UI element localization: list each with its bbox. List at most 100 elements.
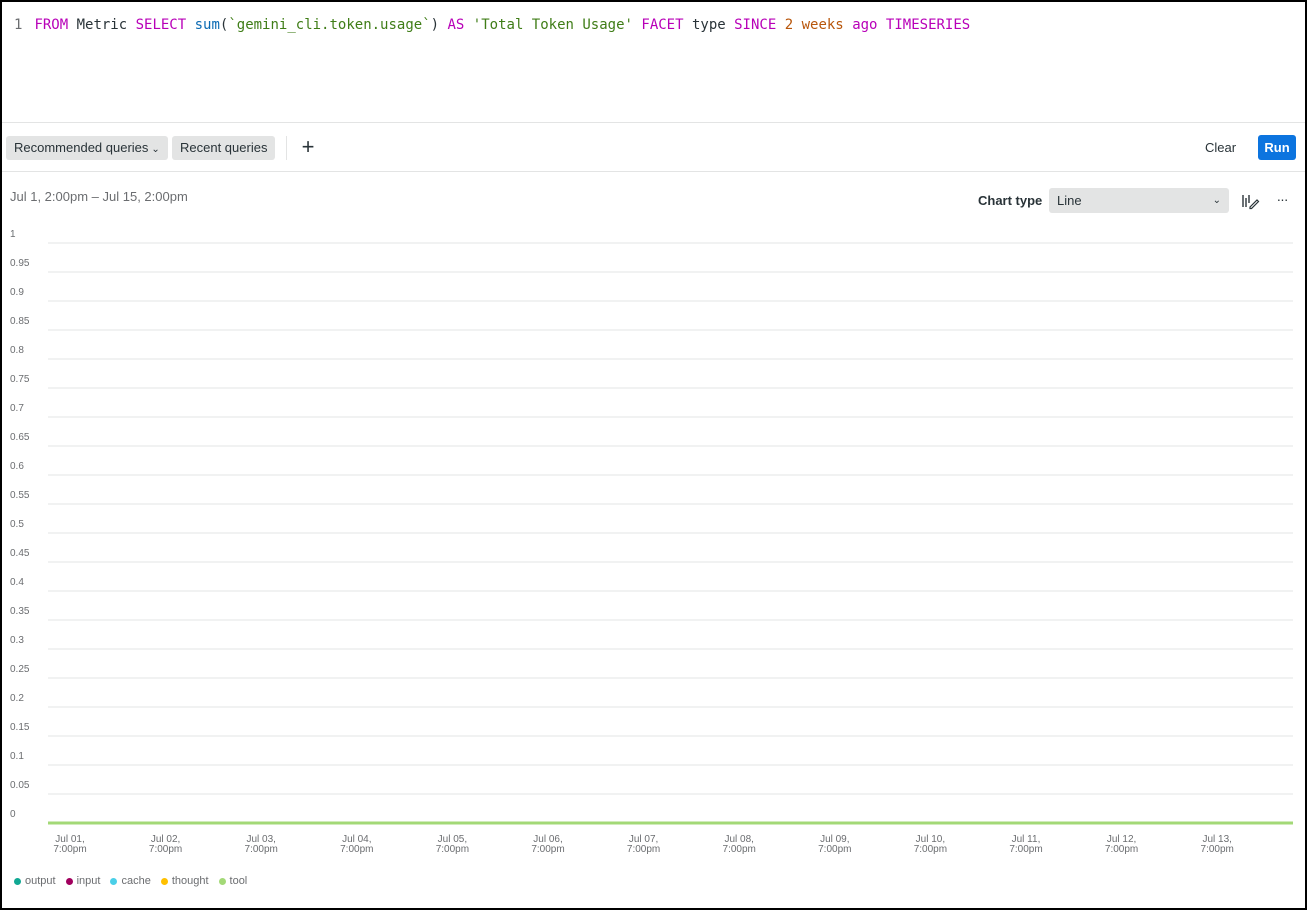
chart-type-value: Line — [1057, 193, 1082, 208]
x-tick-text: 7:00pm — [914, 844, 947, 855]
y-tick-label: 1 — [10, 229, 16, 240]
chart-canvas: 1 0.95 0.9 0.85 0.8 0.75 0.7 0.65 0.6 0.55 0.5 0.45… — [10, 229, 1293, 855]
line-number: 1 — [14, 17, 23, 33]
y-tick-label: 0.55 — [10, 490, 30, 501]
legend-item-tool[interactable]: tool — [218, 875, 248, 887]
legend-label: thought — [171, 875, 209, 887]
code-token: FROM — [34, 17, 69, 33]
chart-type-select[interactable]: Line ⌄ — [1049, 188, 1229, 213]
x-tick-label: Jul 07,7:00pm — [627, 834, 660, 855]
legend-item-input[interactable]: input — [65, 875, 101, 887]
y-tick-label: 0.15 — [10, 722, 30, 733]
legend-label: tool — [229, 875, 248, 887]
more-icon[interactable]: ··· — [1273, 191, 1291, 211]
nrql-editor[interactable]: 1 FROM Metric SELECT sum(`gemini_cli.toke… — [2, 2, 1305, 123]
clear-button[interactable]: Clear — [1205, 136, 1236, 160]
legend-item-output[interactable]: output — [14, 875, 56, 887]
code-line[interactable]: 1 FROM Metric SELECT sum(`gemini_cli.toke… — [14, 16, 970, 34]
legend-label: cache — [121, 875, 151, 887]
code-token: ago — [852, 17, 878, 33]
legend-label: input — [76, 875, 101, 887]
y-tick-label: 0 — [10, 809, 16, 820]
legend-item-thought[interactable]: thought — [160, 875, 209, 887]
y-tick-label: 0.8 — [10, 345, 24, 356]
code-token: Metric — [68, 17, 136, 33]
query-toolbar: Recommended queries ⌄ Recent queries + Cl… — [2, 124, 1305, 172]
code-token: type — [683, 17, 735, 33]
x-tick-text: 7:00pm — [627, 844, 660, 855]
code-token: SELECT — [135, 17, 187, 33]
line-chart: 1 0.95 0.9 0.85 0.8 0.75 0.7 0.65 0.6 0.55 0.5 0.45… — [2, 222, 1305, 872]
x-tick-label: Jul 08,7:00pm — [723, 834, 756, 855]
y-tick-label: 0.2 — [10, 693, 24, 704]
code-token: 'Total Token Usage' — [472, 17, 633, 33]
code-token: AS — [447, 17, 465, 33]
y-tick-label: 0.85 — [10, 316, 30, 327]
query-builder: 1 FROM Metric SELECT sum(`gemini_cli.toke… — [0, 0, 1307, 910]
x-tick-label: Jul 05,7:00pm — [436, 834, 469, 855]
y-tick-label: 0.25 — [10, 664, 30, 675]
x-tick-label: Jul 06,7:00pm — [531, 834, 564, 855]
x-tick-text: 7:00pm — [1105, 844, 1138, 855]
y-tick-label: 0.45 — [10, 548, 30, 559]
x-tick-text: 7:00pm — [149, 844, 182, 855]
legend-dot-icon — [160, 877, 168, 885]
y-tick-label: 0.9 — [10, 287, 24, 298]
x-tick-text: 7:00pm — [723, 844, 756, 855]
legend-dot-icon — [65, 877, 73, 885]
x-tick-text: 7:00pm — [53, 844, 86, 855]
code-token: ) — [430, 17, 448, 33]
plus-icon[interactable]: + — [296, 135, 320, 159]
x-tick-label: Jul 11,7:00pm — [1009, 834, 1042, 855]
y-tick-label: 0.75 — [10, 374, 30, 385]
x-tick-label: Jul 02,7:00pm — [149, 834, 182, 855]
chart-edit-icon[interactable] — [1240, 191, 1260, 211]
x-tick-text: 7:00pm — [340, 844, 373, 855]
x-tick-label: Jul 04,7:00pm — [340, 834, 373, 855]
chart-legend: output input cache thought tool — [14, 875, 247, 887]
legend-dot-icon — [14, 877, 21, 885]
run-button[interactable]: Run — [1258, 135, 1296, 160]
x-tick-label: Jul 01,7:00pm — [53, 834, 86, 855]
legend-item-cache[interactable]: cache — [110, 875, 151, 887]
recommended-queries-button[interactable]: Recommended queries ⌄ — [6, 136, 168, 160]
time-range: Jul 1, 2:00pm – Jul 15, 2:00pm — [10, 189, 188, 204]
x-tick-label: Jul 12,7:00pm — [1105, 834, 1138, 855]
recent-queries-button[interactable]: Recent queries — [172, 136, 276, 160]
chevron-down-icon: ⌄ — [1212, 195, 1221, 206]
x-tick-text: 7:00pm — [531, 844, 564, 855]
x-tick-text: 7:00pm — [818, 844, 851, 855]
code-token: sum — [194, 17, 220, 33]
x-tick-label: Jul 03,7:00pm — [245, 834, 278, 855]
y-tick-label: 0.5 — [10, 519, 24, 530]
legend-label: output — [25, 875, 56, 887]
legend-dot-icon — [110, 877, 118, 885]
query-text[interactable]: FROM Metric SELECT sum(`gemini_cli.token… — [34, 17, 970, 33]
y-tick-label: 0.35 — [10, 606, 30, 617]
recommended-queries-label: Recommended queries — [14, 140, 149, 155]
code-token: SINCE — [734, 17, 777, 33]
y-tick-label: 0.6 — [10, 461, 24, 472]
y-tick-label: 0.65 — [10, 432, 30, 443]
x-tick-text: 7:00pm — [436, 844, 469, 855]
y-tick-label: 0.1 — [10, 751, 24, 762]
x-tick-label: Jul 13,7:00pm — [1201, 834, 1234, 855]
x-tick-text: 7:00pm — [245, 844, 278, 855]
chevron-down-icon: ⌄ — [151, 144, 160, 155]
code-token: FACET — [641, 17, 684, 33]
code-token: `gemini_cli.token.usage` — [228, 17, 431, 33]
x-tick-label: Jul 10,7:00pm — [914, 834, 947, 855]
code-token: TIMESERIES — [885, 17, 971, 33]
x-tick-text: 7:00pm — [1201, 844, 1234, 855]
x-tick-label: Jul 09,7:00pm — [818, 834, 851, 855]
y-tick-label: 0.7 — [10, 403, 24, 414]
x-tick-text: 7:00pm — [1009, 844, 1042, 855]
y-tick-label: 0.05 — [10, 780, 30, 791]
y-tick-label: 0.3 — [10, 635, 24, 646]
y-tick-label: 0.95 — [10, 258, 30, 269]
